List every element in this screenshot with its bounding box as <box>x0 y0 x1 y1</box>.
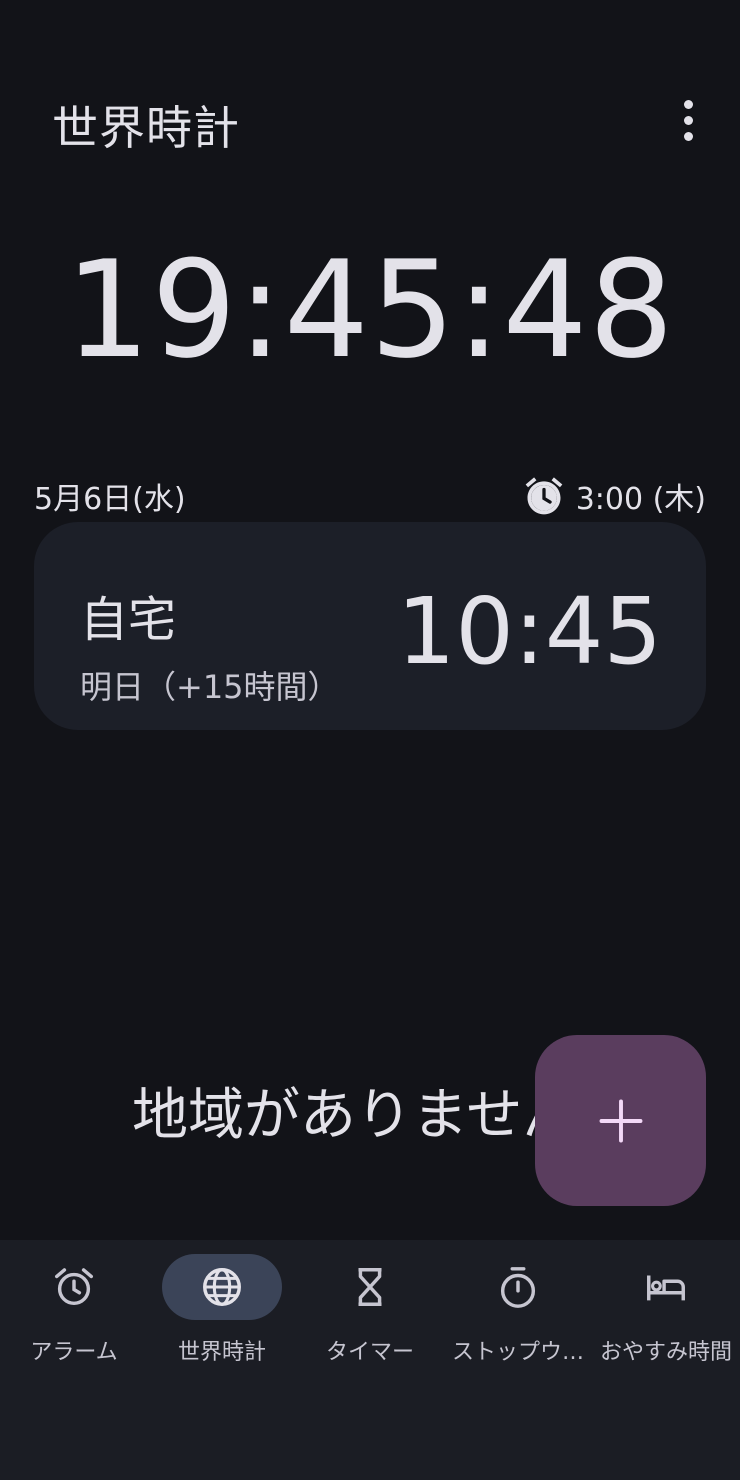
add-city-button[interactable] <box>535 1035 706 1206</box>
more-vert-icon <box>683 99 693 109</box>
empty-message: 地域がありません <box>132 1083 579 1148</box>
current-time: 19:45:48 <box>65 232 675 388</box>
nav-label: ストップウ… <box>451 1340 584 1365</box>
city-time: 10:45 <box>396 578 662 685</box>
globe-icon <box>203 1268 241 1306</box>
alarm-icon <box>55 1268 93 1306</box>
nav-label: おやすみ時間 <box>599 1340 732 1365</box>
bed-icon <box>647 1275 685 1301</box>
nav-item-timer[interactable]: タイマー <box>296 1254 444 1374</box>
nav-icon-container <box>458 1254 578 1320</box>
city-offset: 明日（+15時間） <box>80 668 340 706</box>
nav-icon-container <box>606 1254 726 1320</box>
hourglass-icon <box>358 1268 382 1306</box>
stopwatch-icon <box>500 1267 536 1308</box>
plus-icon <box>599 1099 642 1142</box>
nav-label: タイマー <box>325 1340 414 1365</box>
date-row: 5月6日(水) 3:00 (木) <box>34 474 706 518</box>
current-date: 5月6日(水) <box>34 482 186 517</box>
alarm-icon <box>525 477 563 515</box>
next-alarm[interactable]: 3:00 (木) <box>522 474 706 518</box>
nav-icon-container <box>14 1254 134 1320</box>
nav-label: アラーム <box>30 1340 118 1365</box>
nav-item-alarm[interactable]: アラーム <box>0 1254 148 1374</box>
nav-item-bedtime[interactable]: おやすみ時間 <box>592 1254 740 1374</box>
world-clock-screen: 世界時計 19:45:48 5月6日(水) 3:00 (木) 自宅 明日（+15… <box>0 0 740 1480</box>
more-vert-icon-dot <box>683 115 693 125</box>
more-options-button[interactable] <box>664 92 712 148</box>
nav-label: 世界時計 <box>177 1340 266 1365</box>
nav-icon-container <box>310 1254 430 1320</box>
city-name: 自宅 <box>80 592 177 648</box>
next-alarm-time: 3:00 (木) <box>575 482 706 517</box>
bottom-navigation: アラーム 世界時計 タイマー ストップウ… おやすみ時間 <box>0 1240 740 1480</box>
nav-item-stopwatch[interactable]: ストップウ… <box>444 1254 592 1374</box>
nav-icon-container <box>162 1254 282 1320</box>
more-vert-icon-dot <box>683 131 693 141</box>
city-card-home[interactable]: 自宅 明日（+15時間） 10:45 <box>34 522 706 730</box>
nav-item-world-clock[interactable]: 世界時計 <box>148 1254 296 1374</box>
page-title: 世界時計 <box>52 101 240 155</box>
